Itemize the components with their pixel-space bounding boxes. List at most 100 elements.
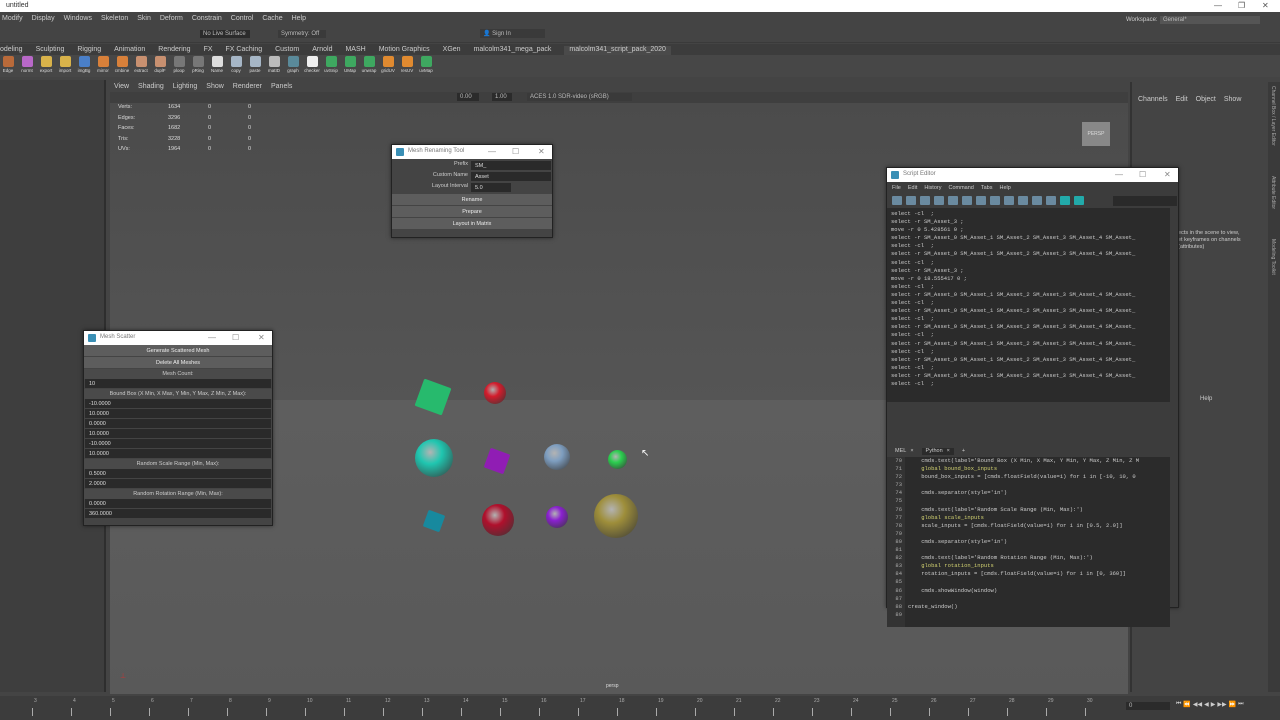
channel-menu-channels[interactable]: Channels xyxy=(1138,96,1168,103)
bound-box-input[interactable]: -10.0000 xyxy=(85,439,271,449)
shelf-button-unwrap[interactable]: unwrap xyxy=(361,56,377,76)
maximize-button[interactable]: ☐ xyxy=(1139,170,1146,179)
script-menu-tabs[interactable]: Tabs xyxy=(981,185,993,191)
shelf-tab-sculpting[interactable]: Sculpting xyxy=(36,46,65,55)
save-script-icon[interactable] xyxy=(920,196,930,205)
colorspace-dropdown[interactable]: ACES 1.0 SDR-video (sRGB) xyxy=(527,93,632,101)
menu-skeleton[interactable]: Skeleton xyxy=(101,15,128,23)
shelf-button-copy[interactable]: copy xyxy=(228,56,244,76)
shelf-button-griduv[interactable]: gridUV xyxy=(380,56,396,76)
shelf-button-graph[interactable]: graph xyxy=(285,56,301,76)
close-button[interactable]: ✕ xyxy=(1164,170,1171,179)
viewport-menu-renderer[interactable]: Renderer xyxy=(233,83,262,91)
shelf-tab-mash[interactable]: MASH xyxy=(345,46,365,55)
layer-menu-help[interactable]: Help xyxy=(1200,396,1212,402)
menu-windows[interactable]: Windows xyxy=(64,15,92,23)
gamma-field[interactable]: 1.00 xyxy=(492,93,512,101)
shelf-button-mirror[interactable]: mirror xyxy=(95,56,111,76)
menu-help[interactable]: Help xyxy=(292,15,306,23)
shelf-button-cmbine[interactable]: cmbine xyxy=(114,56,130,76)
menu-control[interactable]: Control xyxy=(231,15,254,23)
shelf-button-uvsnip[interactable]: uvSnip xyxy=(323,56,339,76)
line-numbers-icon[interactable] xyxy=(1004,196,1014,205)
shelf-button-duplf[interactable]: duplF xyxy=(152,56,168,76)
minimize-button[interactable]: — xyxy=(208,333,216,342)
rotation-range-input[interactable]: 360.0000 xyxy=(85,509,271,519)
channel-menu-show[interactable]: Show xyxy=(1224,96,1242,103)
close-button[interactable]: ✕ xyxy=(538,147,545,156)
execute-all-icon[interactable] xyxy=(1060,196,1070,205)
playback-button[interactable]: ⏭ xyxy=(1238,701,1243,708)
minimize-button[interactable]: — xyxy=(488,147,496,156)
shelf-button-edge[interactable]: Edge xyxy=(0,56,16,76)
channel-menu-edit[interactable]: Edit xyxy=(1176,96,1188,103)
echo-all-icon[interactable] xyxy=(990,196,1000,205)
shelf-button-paste[interactable]: paste xyxy=(247,56,263,76)
script-menu-edit[interactable]: Edit xyxy=(908,185,917,191)
tab-python[interactable]: Python × xyxy=(921,448,954,455)
playback-button[interactable]: ◀◀ xyxy=(1193,701,1202,708)
sphere-olive[interactable] xyxy=(594,494,638,538)
custom-name-input[interactable]: Asset xyxy=(471,172,551,182)
shelf-button-extract[interactable]: extract xyxy=(133,56,149,76)
shelf-tab-xgen[interactable]: XGen xyxy=(443,46,461,55)
viewport-menu-panels[interactable]: Panels xyxy=(271,83,292,91)
shelf-tab-rigging[interactable]: Rigging xyxy=(77,46,101,55)
execute-icon[interactable] xyxy=(1074,196,1084,205)
show-tooltip-icon[interactable] xyxy=(1018,196,1028,205)
bound-box-input[interactable]: 10.0000 xyxy=(85,449,271,459)
exposure-field[interactable]: 0.00 xyxy=(457,93,479,101)
shelf-button-uvmap[interactable]: uvMap xyxy=(418,56,434,76)
tab-mel[interactable]: MEL × xyxy=(895,448,914,455)
minimize-button[interactable]: — xyxy=(1115,170,1123,179)
prefix-input[interactable]: SM_ xyxy=(471,161,551,171)
viewport-menu-shading[interactable]: Shading xyxy=(138,83,164,91)
bound-box-input[interactable]: -10.0000 xyxy=(85,399,271,409)
layout-interval-input[interactable]: 5.0 xyxy=(471,183,511,193)
shelf-button-name[interactable]: Name xyxy=(209,56,225,76)
menu-display[interactable]: Display xyxy=(32,15,55,23)
sphere-teal[interactable] xyxy=(415,439,453,477)
shelf-button-export[interactable]: export xyxy=(38,56,54,76)
menu-modify[interactable]: Modify xyxy=(2,15,23,23)
layout-in-matrix-button[interactable]: Layout in Matrix xyxy=(392,218,552,230)
menu-skin[interactable]: Skin xyxy=(137,15,151,23)
rename-button[interactable]: Rename xyxy=(392,194,552,206)
clear-history-icon[interactable] xyxy=(948,196,958,205)
current-frame-field[interactable]: 0 xyxy=(1126,702,1170,710)
playback-button[interactable]: ▶▶ xyxy=(1217,701,1226,708)
script-search-field[interactable] xyxy=(1113,196,1177,206)
prepare-button[interactable]: Prepare xyxy=(392,206,552,218)
menu-cache[interactable]: Cache xyxy=(262,15,282,23)
maximize-button[interactable]: ☐ xyxy=(512,147,519,156)
workspace-dropdown[interactable]: General* xyxy=(1160,16,1260,24)
sphere-crimson[interactable] xyxy=(482,504,514,536)
menu-constrain[interactable]: Constrain xyxy=(192,15,222,23)
bound-box-input[interactable]: 10.0000 xyxy=(85,429,271,439)
delete-all-meshes-button[interactable]: Delete All Meshes xyxy=(84,357,272,369)
shelf-button-pring[interactable]: pRing xyxy=(190,56,206,76)
shelf-tab-rendering[interactable]: Rendering xyxy=(158,46,190,55)
shelf-tab-motion-graphics[interactable]: Motion Graphics xyxy=(379,46,430,55)
time-slider[interactable]: 3 4 5 6 7 8 9 10 11 12 13 14 15 16 17 18 19 20 21 22 23 24 25 2… xyxy=(0,696,1280,720)
script-menu-file[interactable]: File xyxy=(892,185,901,191)
history-toggle-icon[interactable] xyxy=(1032,196,1042,205)
tab-close-icon[interactable]: × xyxy=(910,448,913,454)
bound-box-input[interactable]: 10.0000 xyxy=(85,409,271,419)
mesh-count-input[interactable]: 10 xyxy=(85,379,271,389)
side-tab[interactable]: Attribute Editor xyxy=(1270,176,1276,209)
viewport-menu-show[interactable]: Show xyxy=(206,83,224,91)
sphere-green[interactable] xyxy=(608,450,627,469)
shelf-tab-custom[interactable]: Custom xyxy=(275,46,299,55)
shelf-button-umap[interactable]: UMap xyxy=(342,56,358,76)
tab-close-icon[interactable]: × xyxy=(947,448,950,454)
side-tab[interactable]: Modeling Toolkit xyxy=(1270,239,1276,275)
shelf-button-checker[interactable]: checker xyxy=(304,56,320,76)
shelf-tab-arnold[interactable]: Arnold xyxy=(312,46,332,55)
side-tab[interactable]: Channel Box / Layer Editor xyxy=(1270,86,1276,146)
shelf-button-matid[interactable]: matID xyxy=(266,56,282,76)
shelf-button-imgbg[interactable]: imgBg xyxy=(76,56,92,76)
generate-scattered-mesh-button[interactable]: Generate Scattered Mesh xyxy=(84,345,272,357)
shelf-button-resuv[interactable]: resUV xyxy=(399,56,415,76)
shelf-button-normt[interactable]: normt xyxy=(19,56,35,76)
